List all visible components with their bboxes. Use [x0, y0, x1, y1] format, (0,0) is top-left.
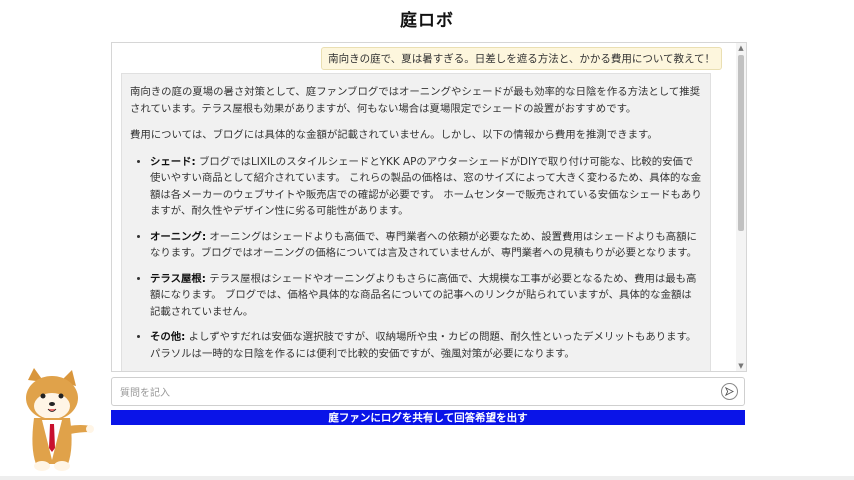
page-title: 庭ロボ	[400, 11, 454, 31]
list-item-text: よしずやすだれは安価な選択肢ですが、収納場所や虫・カビの問題、耐久性といったデメ…	[150, 331, 697, 360]
user-message: 南向きの庭で、夏は暑すぎる。日差しを遮る方法と、かかる費用について教えて！	[321, 47, 722, 70]
bot-paragraph: 費用については、ブログには具体的な金額が記載されていません。しかし、以下の情報か…	[130, 129, 658, 141]
list-item: その他: よしずやすだれは安価な選択肢ですが、収納場所や虫・カビの問題、耐久性と…	[150, 329, 702, 362]
chat-scroll-area: 南向きの庭で、夏は暑すぎる。日差しを遮る方法と、かかる費用について教えて！ 南向…	[112, 43, 736, 371]
list-item-term: その他:	[150, 331, 186, 343]
scroll-thumb[interactable]	[738, 55, 744, 231]
list-item-term: オーニング:	[150, 230, 207, 243]
list-item: テラス屋根: テラス屋根はシェードやオーニングよりもさらに高価で、大規模な工事が…	[150, 271, 702, 321]
list-item-term: テラス屋根:	[150, 272, 206, 285]
bottom-divider	[0, 476, 854, 480]
list-item-text: ブログではLIXILのスタイルシェードとYKK APのアウターシェードがDIYで…	[150, 155, 702, 218]
bot-list: シェード: ブログではLIXILのスタイルシェードとYKK APのアウターシェー…	[130, 154, 702, 363]
chat-scrollbar[interactable]: ▲ ▼	[736, 43, 746, 371]
scroll-down-arrow-icon[interactable]: ▼	[736, 361, 746, 371]
bot-message: 南向きの庭の夏場の暑さ対策として、庭ファンブログではオーニングやシェードが最も効…	[121, 73, 711, 371]
question-input[interactable]	[118, 382, 712, 404]
list-item-text: テラス屋根はシェードやオーニングよりもさらに高価で、大規模な工事が必要となるため…	[150, 272, 697, 318]
shiba-dog-mascot-icon	[26, 368, 94, 471]
scroll-up-arrow-icon[interactable]: ▲	[736, 43, 746, 53]
list-item: シェード: ブログではLIXILのスタイルシェードとYKK APのアウターシェー…	[150, 154, 702, 220]
question-input-box[interactable]	[111, 377, 745, 406]
list-item-text: オーニングはシェードよりも高価で、専門業者への依頼が必要なため、設置費用はシェー…	[150, 230, 697, 260]
send-icon	[725, 387, 734, 396]
send-button[interactable]	[721, 383, 738, 400]
bot-paragraph: 南向きの庭の夏場の暑さ対策として、庭ファンブログではオーニングやシェードが最も効…	[130, 86, 701, 115]
list-item: オーニング: オーニングはシェードよりも高価で、専門業者への依頼が必要なため、設…	[150, 229, 702, 262]
chat-panel[interactable]: 南向きの庭で、夏は暑すぎる。日差しを遮る方法と、かかる費用について教えて！ 南向…	[111, 42, 747, 372]
list-item-term: シェード:	[150, 155, 196, 168]
share-log-submit-button[interactable]: 庭ファンにログを共有して回答希望を出す	[111, 410, 745, 425]
